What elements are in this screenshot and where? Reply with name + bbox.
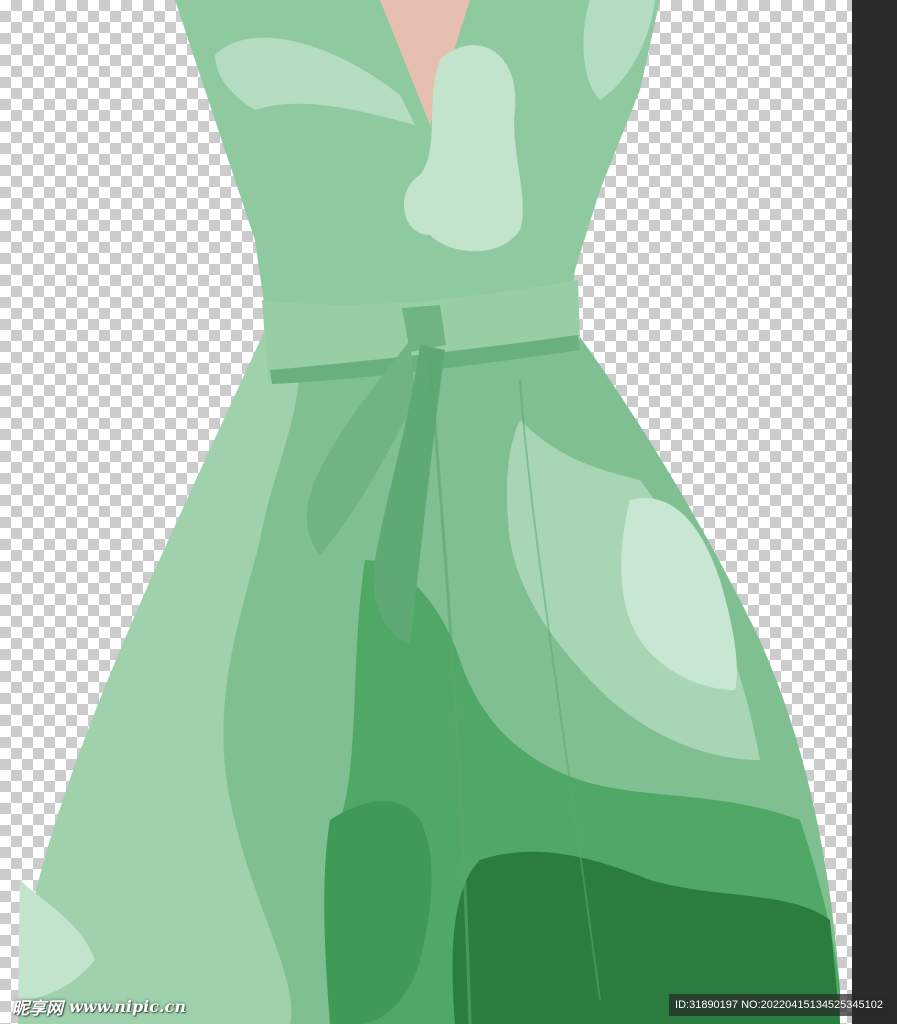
side-panel — [852, 0, 897, 1024]
watermark-logo: 昵享网 www.nipic.cn — [12, 992, 186, 1020]
watermark-site: www.nipic.cn — [69, 996, 186, 1016]
green-dress-image — [18, 0, 840, 1024]
watermark-id: ID:31890197 NO:20220415134525345102 — [669, 994, 889, 1016]
watermark-logo-text: 昵享网 — [12, 998, 63, 1019]
